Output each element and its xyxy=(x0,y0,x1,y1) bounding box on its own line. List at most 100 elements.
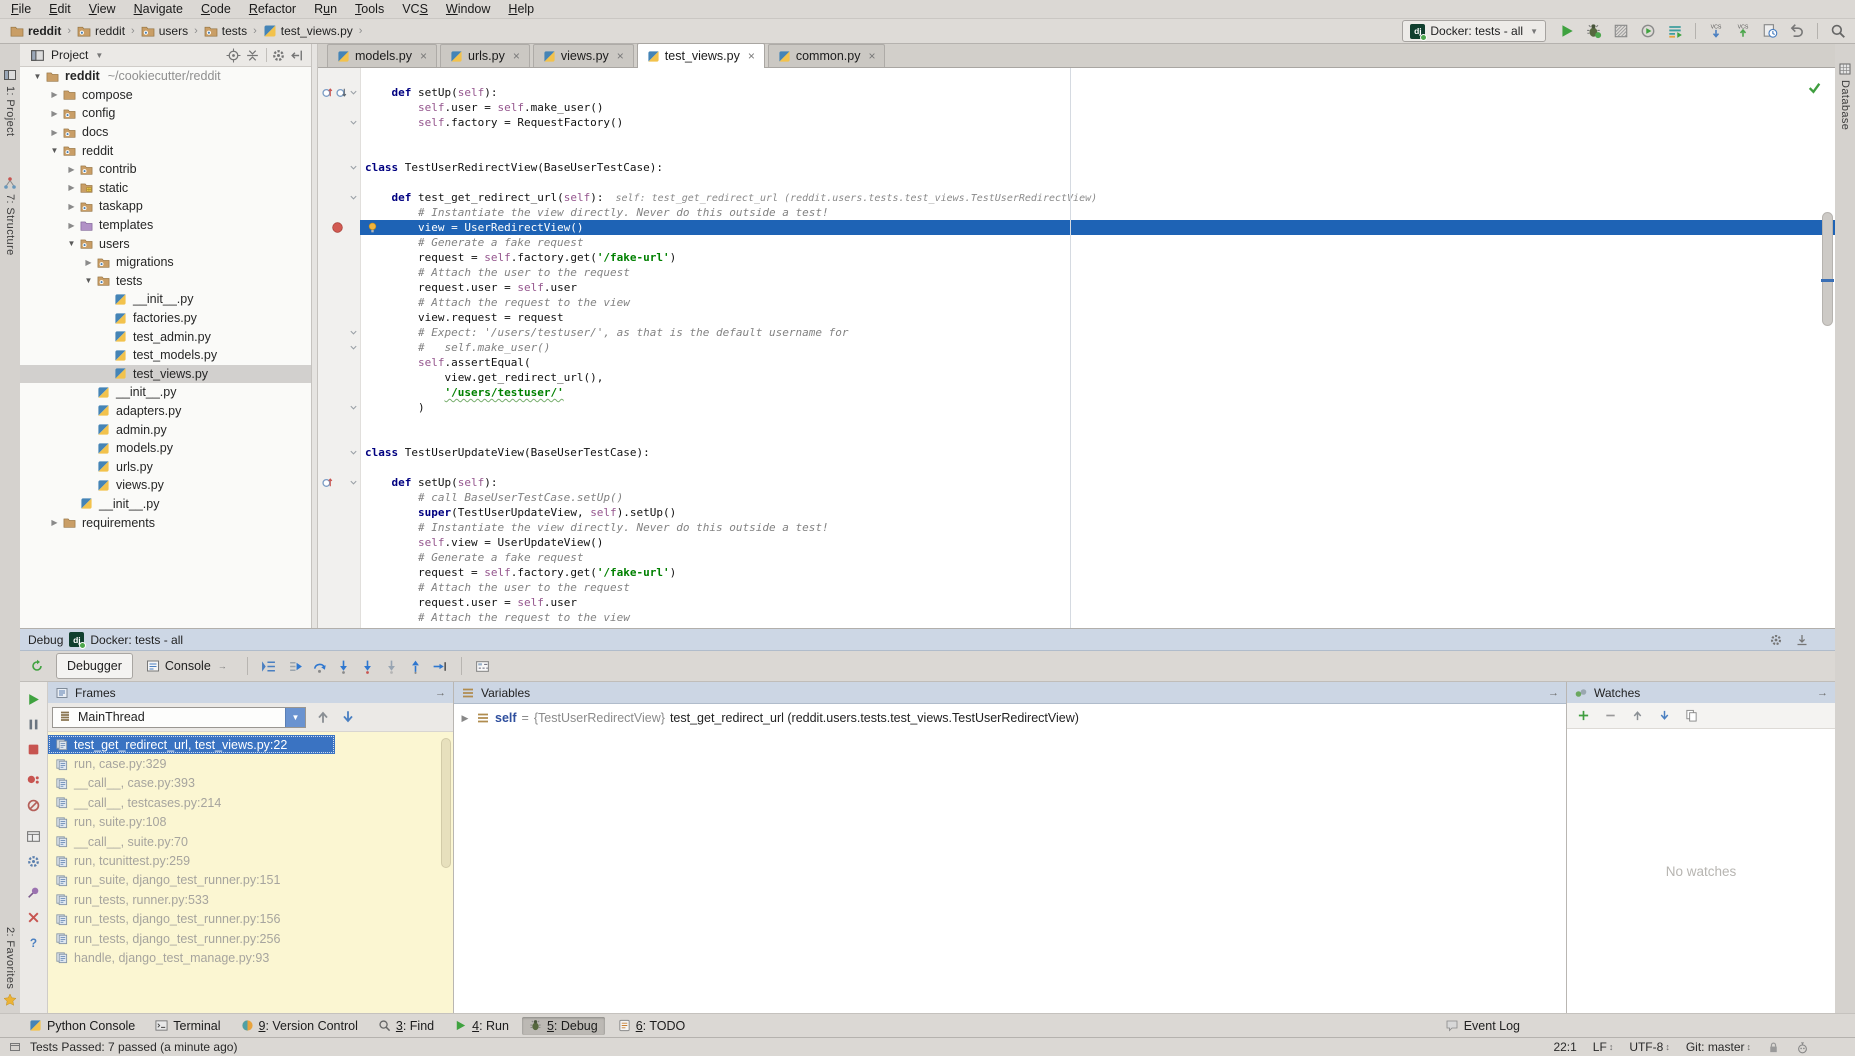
expand-variable-icon[interactable]: ▶ xyxy=(459,713,471,724)
pin-tab-button[interactable] xyxy=(25,884,42,901)
mute-breakpoints-button[interactable] xyxy=(25,797,42,814)
recent-changes-button[interactable] xyxy=(1761,22,1779,40)
debug-settings-icon[interactable] xyxy=(1769,633,1783,647)
force-step-into-button[interactable] xyxy=(380,654,404,678)
step-into-button[interactable] xyxy=(332,654,356,678)
rollback-button[interactable] xyxy=(1788,22,1806,40)
restore-layout-button[interactable] xyxy=(25,828,42,845)
move-watch-down-icon[interactable] xyxy=(1658,709,1671,722)
expand-arrow-icon[interactable]: ▶ xyxy=(81,258,96,267)
fold-marker-icon[interactable] xyxy=(349,328,358,337)
pause-program-button[interactable] xyxy=(25,716,42,733)
fold-marker-icon[interactable] xyxy=(349,403,358,412)
stack-frame[interactable]: __call__, testcases.py:214 xyxy=(48,793,453,812)
tree-item-users[interactable]: ▼users xyxy=(20,234,311,253)
collapse-panel-icon[interactable]: → xyxy=(435,687,446,699)
help-button[interactable]: ? xyxy=(25,934,42,951)
override-marker-icon[interactable] xyxy=(335,86,348,99)
stack-frame[interactable]: handle, django_test_manage.py:93 xyxy=(48,948,453,967)
collapse-arrow-icon[interactable]: ▼ xyxy=(47,146,62,155)
toolwindow-button-9-version-control[interactable]: 9: Version Control xyxy=(234,1017,365,1035)
menu-navigate[interactable]: Navigate xyxy=(125,2,192,16)
editor-tab-models.py[interactable]: models.py× xyxy=(327,44,437,67)
close-tab-icon[interactable]: × xyxy=(513,50,520,62)
status-line-ending[interactable]: LF↕ xyxy=(1593,1040,1614,1054)
fold-marker-icon[interactable] xyxy=(349,163,358,172)
stack-frame[interactable]: run_tests, django_test_runner.py:156 xyxy=(48,910,453,929)
breadcrumb-test_views.py[interactable]: test_views.py xyxy=(261,24,355,38)
close-tab-icon[interactable]: × xyxy=(420,50,427,62)
add-watch-icon[interactable] xyxy=(1577,709,1590,722)
breakpoint-icon[interactable] xyxy=(331,221,344,234)
search-everywhere-button[interactable] xyxy=(1829,22,1847,40)
menu-help[interactable]: Help xyxy=(499,2,543,16)
editor-scrollbar[interactable] xyxy=(1822,212,1833,326)
rerun-button[interactable] xyxy=(25,654,49,678)
stack-frame[interactable]: test_get_redirect_url, test_views.py:22 xyxy=(48,735,335,754)
tree-item-config[interactable]: ▶config xyxy=(20,104,311,123)
fold-marker-icon[interactable] xyxy=(349,118,358,127)
collapse-panel-icon[interactable]: → xyxy=(1548,687,1559,699)
tree-item-test_views.py[interactable]: test_views.py xyxy=(20,365,311,384)
commit-changes-button[interactable]: VCS xyxy=(1734,22,1752,40)
previous-frame-button[interactable] xyxy=(315,709,331,725)
menu-refactor[interactable]: Refactor xyxy=(240,2,305,16)
expand-arrow-icon[interactable]: ▶ xyxy=(47,128,62,137)
profile-button[interactable] xyxy=(1639,22,1657,40)
close-tab-icon[interactable]: × xyxy=(868,50,875,62)
debug-button[interactable] xyxy=(1585,22,1603,40)
tree-item-docs[interactable]: ▶docs xyxy=(20,123,311,142)
code-area[interactable]: def setUp(self): self.user = self.make_u… xyxy=(318,68,1835,628)
toolwindow-button-6-todo[interactable]: 6: TODO xyxy=(611,1017,693,1035)
step-over-button[interactable] xyxy=(308,654,332,678)
tree-item-compose[interactable]: ▶compose xyxy=(20,86,311,105)
tree-item-models.py[interactable]: models.py xyxy=(20,439,311,458)
fold-marker-icon[interactable] xyxy=(349,88,358,97)
stack-frame[interactable]: run_suite, django_test_runner.py:151 xyxy=(48,871,453,890)
readonly-lock-icon[interactable] xyxy=(1767,1041,1780,1054)
tree-item-tests[interactable]: ▼tests xyxy=(20,272,311,291)
show-execution-point-button[interactable] xyxy=(284,654,308,678)
settings-button[interactable] xyxy=(25,853,42,870)
expand-arrow-icon[interactable]: ▶ xyxy=(64,202,79,211)
close-tab-icon[interactable]: × xyxy=(748,50,755,62)
tool-stripe-favorites[interactable]: 2: Favorites xyxy=(3,927,17,1007)
debug-tab-debugger[interactable]: Debugger xyxy=(56,653,133,679)
close-tab-icon[interactable]: × xyxy=(617,50,624,62)
remove-watch-icon[interactable] xyxy=(1604,709,1617,722)
event-log-button[interactable]: Event Log xyxy=(1445,1019,1520,1033)
view-breakpoints-button[interactable] xyxy=(25,772,42,789)
hide-panel-icon[interactable] xyxy=(290,48,305,63)
frames-scrollbar[interactable] xyxy=(441,738,451,868)
tree-item-adapters.py[interactable]: adapters.py xyxy=(20,402,311,421)
tree-item-__init__.py[interactable]: __init__.py xyxy=(20,383,311,402)
panel-settings-icon[interactable] xyxy=(271,48,286,63)
breadcrumb-tests[interactable]: tests xyxy=(202,24,249,38)
menu-vcs[interactable]: VCS xyxy=(393,2,437,16)
tree-item-requirements[interactable]: ▶requirements xyxy=(20,513,311,532)
next-frame-button[interactable] xyxy=(340,709,356,725)
duplicate-watch-icon[interactable] xyxy=(1685,709,1698,722)
status-git-branch[interactable]: Git: master↕ xyxy=(1686,1040,1751,1054)
expand-arrow-icon[interactable]: ▶ xyxy=(47,518,62,527)
run-with-coverage-button[interactable] xyxy=(1612,22,1630,40)
thread-selector[interactable]: MainThread ▼ xyxy=(52,707,306,728)
chevron-down-icon[interactable]: ▼ xyxy=(95,51,103,60)
tree-item-__init__.py[interactable]: __init__.py xyxy=(20,290,311,309)
resume-program-button[interactable] xyxy=(25,691,42,708)
toolwindow-button-python-console[interactable]: Python Console xyxy=(22,1017,142,1035)
toolwindow-button-5-debug[interactable]: 5: Debug xyxy=(522,1017,605,1035)
hide-debug-window-icon[interactable] xyxy=(1795,633,1809,647)
stack-frame[interactable]: run, suite.py:108 xyxy=(48,813,453,832)
override-marker-icon[interactable] xyxy=(321,86,334,99)
toolwindow-button-3-find[interactable]: 3: Find xyxy=(371,1017,441,1035)
expand-arrow-icon[interactable]: ▶ xyxy=(64,165,79,174)
menu-view[interactable]: View xyxy=(80,2,125,16)
expand-arrow-icon[interactable]: ▶ xyxy=(47,109,62,118)
tool-stripe-7-structure[interactable]: 7: Structure xyxy=(0,176,20,256)
tree-item-factories.py[interactable]: factories.py xyxy=(20,309,311,328)
evaluate-expression-button[interactable] xyxy=(471,654,495,678)
expand-arrow-icon[interactable]: ▶ xyxy=(64,221,79,230)
menu-edit[interactable]: Edit xyxy=(40,2,80,16)
hector-inspections-icon[interactable] xyxy=(1796,1041,1809,1054)
